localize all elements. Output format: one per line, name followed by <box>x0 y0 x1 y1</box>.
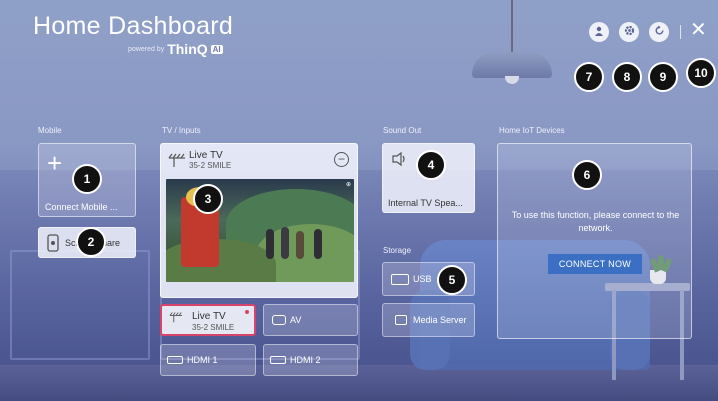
input-hdmi-2-label: HDMI 2 <box>290 355 321 365</box>
callout-marker: 6 <box>572 160 602 190</box>
powered-by: powered by ThinQ AI <box>128 41 223 57</box>
input-live-tv[interactable]: Live TV 35-2 SMILE <box>160 304 256 336</box>
page-title: Home Dashboard <box>33 12 234 40</box>
connect-now-button[interactable]: CONNECT NOW <box>548 254 642 274</box>
ai-badge: AI <box>210 44 223 54</box>
remove-button[interactable]: − <box>334 152 349 167</box>
live-tv-channel: 35-2 SMILE <box>189 161 232 170</box>
callout-marker: 3 <box>193 184 223 214</box>
preview-person <box>296 231 304 259</box>
antenna-icon <box>168 311 184 325</box>
broadcast-logo: ⊕ <box>345 182 351 188</box>
preview-person <box>281 227 289 259</box>
callout-marker: 2 <box>76 227 106 257</box>
section-label-storage: Storage <box>383 246 412 255</box>
section-label-tv-inputs: TV / Inputs <box>162 126 201 135</box>
callout-marker: 4 <box>416 150 446 180</box>
connect-mobile-label: Connect Mobile ... <box>45 202 118 212</box>
background-lamp-bulb <box>505 76 519 84</box>
account-button[interactable] <box>589 22 609 42</box>
section-label-iot: Home IoT Devices <box>499 126 565 135</box>
screen-share-icon <box>47 234 59 257</box>
input-hdmi-1[interactable]: HDMI 1 <box>160 344 256 376</box>
input-hdmi-1-label: HDMI 1 <box>187 355 218 365</box>
usb-icon <box>391 273 409 285</box>
input-av-label: AV <box>290 315 302 325</box>
input-live-tv-label: Live TV <box>192 311 226 322</box>
gear-icon <box>624 25 635 39</box>
input-hdmi-2[interactable]: HDMI 2 <box>263 344 358 376</box>
preview-person <box>314 229 322 259</box>
close-icon: ✕ <box>690 19 707 41</box>
av-icon <box>272 315 286 325</box>
background-lamp <box>472 52 552 78</box>
input-live-tv-channel: 35-2 SMILE <box>192 323 235 332</box>
hdmi-icon <box>167 356 183 364</box>
live-tv-card[interactable]: Live TV 35-2 SMILE − ⊕ <box>160 143 358 298</box>
storage-media-server-label: Media Server <box>413 315 467 325</box>
refresh-button[interactable] <box>649 22 669 42</box>
antenna-icon <box>168 152 186 171</box>
refresh-icon <box>654 25 665 39</box>
settings-button[interactable] <box>619 22 639 42</box>
callout-marker: 5 <box>437 265 467 295</box>
background-floor <box>0 365 718 401</box>
callout-marker: 7 <box>574 62 604 92</box>
media-server-icon <box>395 315 407 325</box>
active-indicator <box>245 310 249 314</box>
storage-usb-label: USB <box>413 274 432 284</box>
live-tv-title: Live TV <box>189 150 223 161</box>
powered-by-text: powered by <box>128 45 165 53</box>
header-divider <box>680 25 681 39</box>
account-icon <box>594 26 604 39</box>
close-button[interactable]: ✕ <box>690 20 707 40</box>
callout-marker: 1 <box>72 164 102 194</box>
callout-marker: 8 <box>612 62 642 92</box>
speaker-icon <box>391 151 409 171</box>
input-av[interactable]: AV <box>263 304 358 336</box>
background-lamp-cord <box>511 0 513 55</box>
section-label-mobile: Mobile <box>38 126 62 135</box>
sound-out-label: Internal TV Spea... <box>388 198 463 208</box>
storage-media-server[interactable]: Media Server <box>382 303 475 337</box>
section-label-sound-out: Sound Out <box>383 126 422 135</box>
wainscot-panel <box>10 250 150 360</box>
callout-marker: 9 <box>648 62 678 92</box>
iot-message: To use this function, please connect to … <box>511 210 680 233</box>
callout-marker: 10 <box>686 58 716 88</box>
hdmi-icon <box>270 356 286 364</box>
preview-person <box>266 229 274 259</box>
plus-icon: + <box>47 148 63 178</box>
thinq-logo: ThinQ <box>167 41 208 57</box>
minus-icon: − <box>337 152 345 166</box>
